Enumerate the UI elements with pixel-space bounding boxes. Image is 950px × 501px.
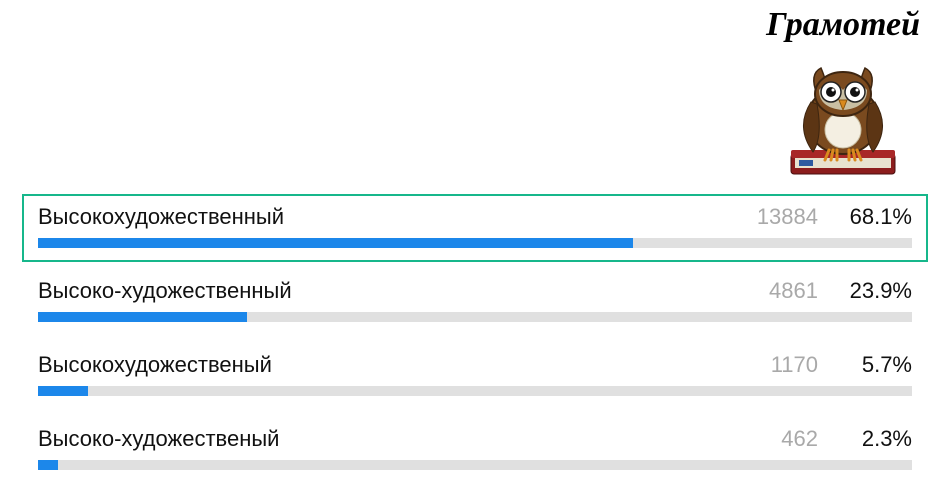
progress-fill bbox=[38, 238, 633, 248]
option-percent: 5.7% bbox=[842, 352, 912, 378]
option-row: Высоко-художественый 462 2.3% bbox=[22, 416, 928, 484]
option-percent: 68.1% bbox=[842, 204, 912, 230]
option-count: 1170 bbox=[748, 352, 818, 378]
option-label: Высоко-художественый bbox=[38, 426, 279, 452]
option-row: Высоко-художественный 4861 23.9% bbox=[22, 268, 928, 336]
option-count: 4861 bbox=[748, 278, 818, 304]
option-label: Высоко-художественный bbox=[38, 278, 292, 304]
poll-results: Высокохудожественный 13884 68.1% Высоко-… bbox=[0, 182, 950, 484]
brand-name: Грамотей bbox=[766, 6, 920, 44]
progress-bar bbox=[38, 386, 912, 396]
progress-bar bbox=[38, 460, 912, 470]
owl-on-book-logo bbox=[773, 42, 913, 182]
progress-fill bbox=[38, 386, 88, 396]
option-count: 462 bbox=[748, 426, 818, 452]
header: Грамотей bbox=[0, 0, 950, 182]
progress-bar bbox=[38, 238, 912, 248]
option-percent: 2.3% bbox=[842, 426, 912, 452]
option-row: Высокохудожественый 1170 5.7% bbox=[22, 342, 928, 410]
option-percent: 23.9% bbox=[842, 278, 912, 304]
progress-bar bbox=[38, 312, 912, 322]
option-row: Высокохудожественный 13884 68.1% bbox=[22, 194, 928, 262]
option-label: Высокохудожественный bbox=[38, 204, 284, 230]
progress-fill bbox=[38, 312, 247, 322]
brand: Грамотей bbox=[766, 6, 920, 182]
option-label: Высокохудожественый bbox=[38, 352, 272, 378]
progress-fill bbox=[38, 460, 58, 470]
option-count: 13884 bbox=[748, 204, 818, 230]
